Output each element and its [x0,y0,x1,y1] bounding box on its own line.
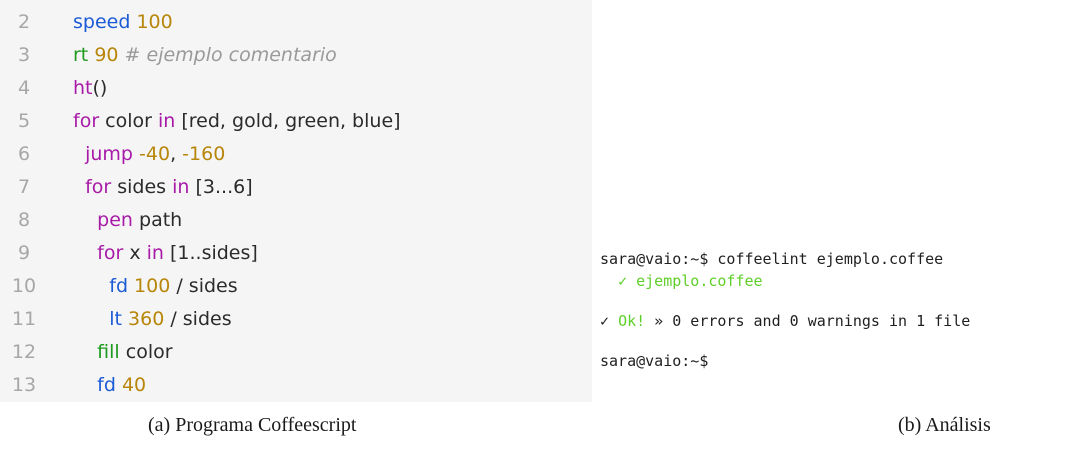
terminal-file-result: ✓ ejemplo.coffee [600,270,763,292]
code-line: 13 fd 40 [0,370,592,400]
terminal-ok-label: Ok! [618,312,646,330]
code-text: speed 100 [73,7,173,37]
code-token: lt [109,308,122,330]
check-icon: ✓ [618,272,628,290]
terminal-prompt: sara@vaio:~$ [600,352,709,370]
code-line: 6 jump -40, -160 [0,139,592,169]
caption-left: (a) Programa Coffeescript [148,414,357,436]
code-token: / sides [170,275,238,297]
code-token: fd [109,275,128,297]
terminal-file-name: ejemplo.coffee [636,272,763,290]
terminal-output: sara@vaio:~$ coffeelint ejemplo.coffee ✓… [600,248,1080,378]
code-token: fill [97,341,120,363]
code-line: 5 for color in [red, gold, green, blue] [0,106,592,136]
code-token: color [99,110,158,132]
code-line: 4 ht() [0,73,592,103]
code-token: in [158,110,176,132]
code-text: fill color [73,337,173,367]
code-text: rt 90 # ejemplo comentario [73,40,337,70]
code-line: 12 fill color [0,337,592,367]
code-token: ht [73,77,93,99]
line-number: 9 [17,242,31,264]
code-token: path [132,209,183,231]
line-number: 7 [17,176,31,198]
code-line: 10 fd 100 / sides [0,271,592,301]
code-token: color [119,341,173,363]
code-token: [red, gold, green, blue] [175,110,401,132]
line-number: 2 [17,11,31,33]
terminal-summary-text: » 0 errors and 0 warnings in 1 file [645,312,971,330]
code-editor-panel: 2 speed 100 3 rt 90 # ejemplo comentario 4 ht… [0,0,592,402]
code-token: () [92,77,108,99]
code-token: -40 [139,143,171,165]
code-text: pen path [73,205,182,235]
line-number: 6 [17,143,31,165]
line-number: 3 [17,44,31,66]
code-token: # ejemplo comentario [118,44,337,66]
code-line: 3 rt 90 # ejemplo comentario [0,40,592,70]
line-number: 4 [17,77,31,99]
code-token: pen [97,209,133,231]
code-token: for [73,110,100,132]
caption-right: (b) Análisis [898,414,991,436]
code-token: [1..sides] [163,242,258,264]
code-token: -160 [182,143,226,165]
line-number: 13 [11,374,37,396]
code-text: jump -40, -160 [73,139,225,169]
code-line: 2 speed 100 [0,7,592,37]
code-token: speed [73,11,131,33]
code-text: ht() [73,73,107,103]
line-number: 11 [11,308,37,330]
code-token: rt [73,44,89,66]
code-text: for color in [red, gold, green, blue] [73,106,401,136]
check-icon: ✓ [600,312,610,330]
line-number: 8 [17,209,31,231]
code-line: 11 lt 360 / sides [0,304,592,334]
code-token: sides [111,176,173,198]
code-token: [3...6] [189,176,253,198]
code-token: / sides [164,308,232,330]
code-token: jump [85,143,133,165]
code-token: 360 [128,308,165,330]
code-line: 9 for x in [1..sides] [0,238,592,268]
code-line: 7 for sides in [3...6] [0,172,592,202]
code-text: lt 360 / sides [73,304,232,334]
code-token: for [85,176,112,198]
code-token: , [170,143,183,165]
code-token: 90 [94,44,119,66]
code-token: in [146,242,164,264]
code-text: for sides in [3...6] [73,172,253,202]
line-number: 5 [17,110,31,132]
code-token: in [172,176,190,198]
code-token: for [97,242,124,264]
terminal-summary-line: ✓ Ok! » 0 errors and 0 warnings in 1 fil… [600,310,970,332]
code-line: 8 pen path [0,205,592,235]
line-number: 12 [11,341,37,363]
code-token: 40 [121,374,147,396]
code-text: fd 40 [73,370,146,400]
code-token: fd [97,374,116,396]
code-token: x [123,242,147,264]
code-text: for x in [1..sides] [73,238,258,268]
code-text: fd 100 / sides [73,271,238,301]
terminal-command-line: sara@vaio:~$ coffeelint ejemplo.coffee [600,250,944,268]
code-token: 100 [134,275,171,297]
code-token: 100 [136,11,173,33]
line-number: 10 [11,275,37,297]
